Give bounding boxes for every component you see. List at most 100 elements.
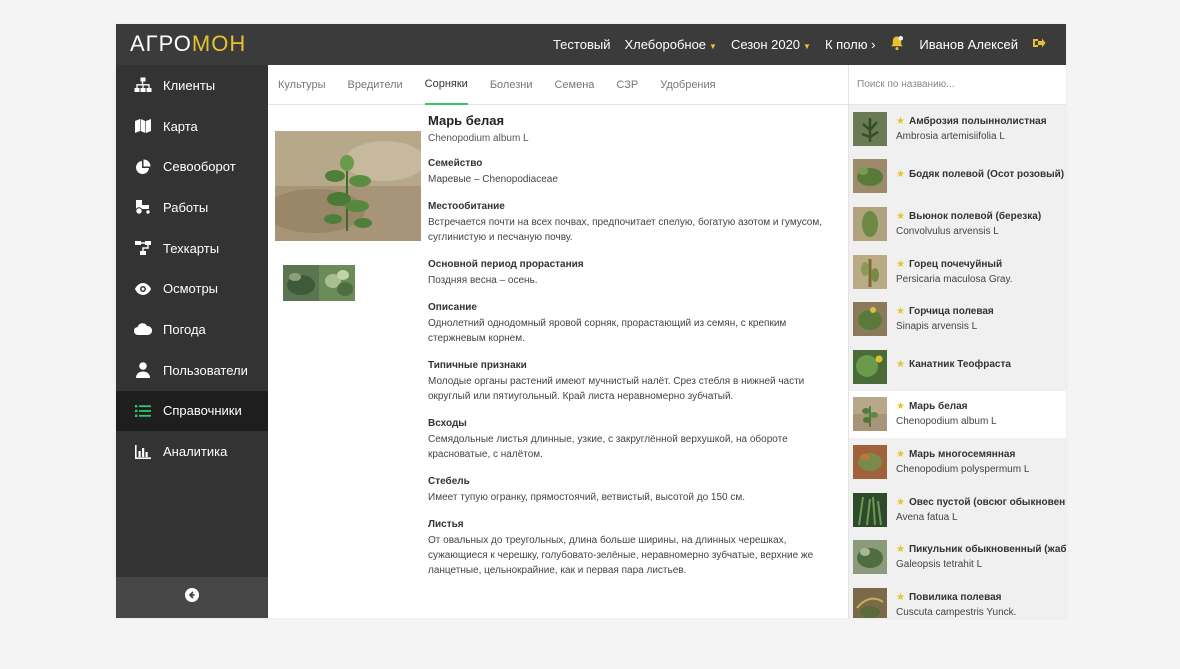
sidebar-item-label: Севооборот: [163, 159, 236, 175]
weed-latin: Galeopsis tetrahit L: [896, 559, 983, 571]
section-text: Поздняя весна – осень.: [428, 275, 538, 286]
logo[interactable]: АГРОМОН: [130, 31, 246, 57]
weed-photo[interactable]: [275, 131, 421, 241]
caret-down-icon: ▼: [803, 42, 811, 51]
notification-bell-icon[interactable]: [889, 35, 905, 55]
org-selector[interactable]: Тестовый: [553, 37, 611, 52]
bar-chart-icon: [134, 443, 152, 461]
user-name[interactable]: Иванов Алексей: [919, 37, 1018, 52]
weed-name: Повилика полевая: [908, 591, 1002, 603]
weed-thumbnail: [853, 254, 887, 289]
list-item[interactable]: ★ Марь белая Chenopodium album L: [849, 390, 1066, 439]
tab-plant-protection[interactable]: СЗР: [616, 65, 638, 105]
search-input[interactable]: [857, 79, 1058, 90]
list-item[interactable]: ★ Марь многосемянная Chenopodium polysperm…: [849, 438, 1066, 486]
section-heading: Описание: [428, 302, 477, 313]
list-item[interactable]: ★ Повилика полевая Cuscuta campestris Yunc…: [849, 581, 1066, 618]
list-item[interactable]: ★Овес пустой (овсюг обыкновенный) Avena f…: [849, 486, 1066, 534]
sidebar-item-label: Справочники: [163, 403, 242, 419]
sidebar-item-map[interactable]: Карта: [116, 106, 268, 147]
weed-latin: Ambrosia artemisiifolia L: [896, 130, 1005, 142]
section-text: Семядольные листья длинные, узкие, с зак…: [428, 434, 788, 460]
logo-text-mon: МОН: [191, 31, 247, 56]
sidebar-item-label: Аналитика: [163, 444, 228, 460]
top-bar: АГРОМОН Тестовый Хлеборобное ▼ Сезон 2020…: [116, 24, 1066, 65]
section-text: Встречается почти на всех почвах, предпо…: [428, 217, 823, 243]
sidebar-item-directories[interactable]: Справочники: [116, 390, 268, 432]
section-heading: Листья: [428, 519, 464, 530]
weed-latin: Sinapis arvensis L: [896, 321, 978, 333]
season-label: Сезон 2020: [730, 37, 801, 52]
list-icon: [134, 402, 152, 420]
section-habitat: Местообитание Встречается почти на всех п…: [428, 201, 838, 245]
list-item[interactable]: ★ Бодяк полевой (Осот розовый): [849, 153, 1066, 201]
star-icon: ★: [896, 115, 905, 127]
photo-thumbnail[interactable]: [283, 265, 319, 301]
list-item[interactable]: ★ Горец почечуйный Persicaria maculosa Gra…: [849, 248, 1066, 296]
weed-name: Марь белая: [908, 401, 968, 413]
sidebar-item-tech-maps[interactable]: Техкарты: [116, 228, 268, 269]
flowchart-icon: [134, 239, 152, 257]
list-item[interactable]: ★Пикульник обыкновенный (жабрей) Galeopsi…: [849, 533, 1066, 581]
sidebar-item-analytics[interactable]: Аналитика: [116, 431, 268, 472]
tab-weeds[interactable]: Сорняки: [424, 65, 468, 105]
search-box: [849, 65, 1066, 105]
weed-info: Марь белая Chenopodium album L Семейство…: [428, 113, 838, 578]
sidebar-item-label: Погода: [163, 321, 206, 337]
sidebar-item-clients[interactable]: Клиенты: [116, 65, 268, 106]
sidebar-item-users[interactable]: Пользователи: [116, 350, 268, 391]
category-tabs: Культуры Вредители Сорняки Болезни Семен…: [268, 65, 848, 105]
weed-list-panel: ★Амброзия полыннолистнаяAmbrosia artemis…: [848, 65, 1066, 618]
section-seedlings: Всходы Семядольные листья длинные, узкие,…: [428, 418, 838, 462]
weed-latin: Chenopodium polyspermum L: [896, 463, 1030, 475]
section-heading: Основной период прорастания: [428, 259, 584, 270]
weed-name: Пикульник обыкновенный (жабрей): [908, 544, 1066, 556]
star-icon: ★: [896, 544, 905, 556]
section-description: Описание Однолетний однодомный яровой сор…: [428, 302, 838, 346]
weed-name: Горчица полевая: [908, 306, 994, 318]
weed-name: Горец почечуйный: [908, 258, 1003, 270]
sidebar-item-works[interactable]: Работы: [116, 187, 268, 228]
list-item[interactable]: ★ Амброзия полыннолистная Ambrosia artemis…: [849, 105, 1066, 153]
list-item[interactable]: ★ Канатник Теофраста: [849, 343, 1066, 391]
section-family: Семейство Маревые – Chenopodiaceae: [428, 158, 838, 187]
star-icon: ★: [896, 258, 905, 270]
section-heading: Всходы: [428, 418, 467, 429]
star-icon: ★: [896, 168, 905, 180]
list-item[interactable]: ★ Вьюнок полевой (березка) Convolvulus arv…: [849, 200, 1066, 248]
section-text: Имеет тупую огранку, прямостоячий, ветви…: [428, 492, 746, 503]
tab-diseases[interactable]: Болезни: [490, 65, 533, 105]
photo-thumbnail[interactable]: [319, 265, 355, 301]
sidebar-item-inspections[interactable]: Осмотры: [116, 268, 268, 309]
collapse-sidebar-button[interactable]: [116, 577, 268, 618]
logo-text-agro: АГРО: [130, 31, 192, 56]
weed-thumbnail: [853, 540, 887, 575]
to-field-label: К полю ›: [824, 37, 876, 52]
logout-icon[interactable]: [1032, 36, 1046, 53]
sidebar-item-label: Пользователи: [163, 362, 248, 378]
map-icon: [134, 117, 152, 135]
tab-seeds[interactable]: Семена: [554, 65, 594, 105]
tab-fertilizers[interactable]: Удобрения: [660, 65, 715, 105]
sidebar-item-crop-rotation[interactable]: Севооборот: [116, 146, 268, 187]
tab-crops[interactable]: Культуры: [278, 65, 326, 105]
list-item[interactable]: ★ Горчица полевая Sinapis arvensis L: [849, 295, 1066, 343]
tab-pests[interactable]: Вредители: [348, 65, 403, 105]
section-germination: Основной период прорастания Поздняя весна…: [428, 259, 838, 288]
weed-detail: Марь белая Chenopodium album L Семейство…: [268, 105, 848, 618]
weed-thumbnail: [853, 111, 887, 146]
season-selector[interactable]: Сезон 2020 ▼: [731, 37, 811, 52]
weed-thumbnail: [853, 397, 887, 432]
weed-latin: Chenopodium album L: [896, 416, 997, 428]
farm-selector[interactable]: Хлеборобное ▼: [624, 37, 716, 52]
sidebar-item-weather[interactable]: Погода: [116, 309, 268, 350]
weed-thumbnail: [853, 349, 887, 384]
sidebar: Клиенты Карта Севооборот Работы Техкарты…: [116, 65, 268, 618]
weed-photo-thumbnails: [283, 265, 355, 301]
arrow-left-circle-icon: [185, 588, 199, 607]
star-icon: ★: [896, 496, 905, 508]
to-field-link[interactable]: К полю ›: [825, 37, 875, 52]
section-heading: Стебель: [428, 476, 470, 487]
tractor-icon: [134, 198, 152, 216]
sitemap-icon: [134, 76, 152, 94]
